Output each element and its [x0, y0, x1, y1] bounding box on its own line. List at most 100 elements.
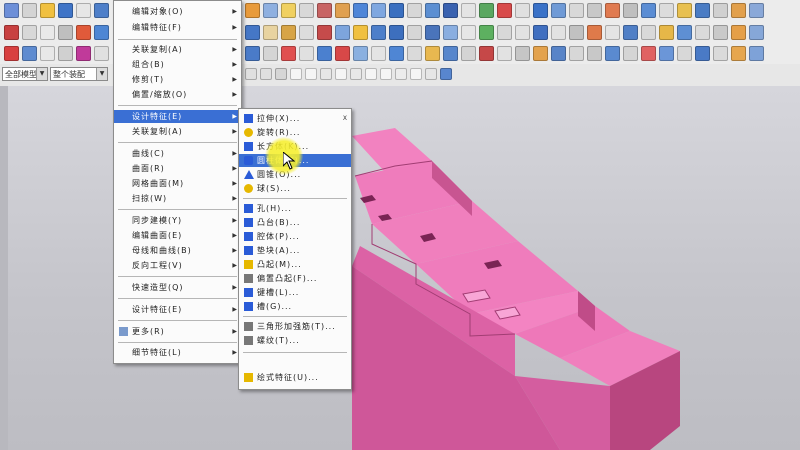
resource-bar[interactable] — [0, 86, 8, 450]
measure-icon[interactable] — [497, 3, 512, 18]
arc-icon[interactable] — [40, 25, 55, 40]
snap-control-icon[interactable] — [275, 68, 287, 80]
submenu-item-slot[interactable]: 键槽(L)... — [239, 286, 351, 299]
menu-item[interactable]: 编辑对象(O) ▶ — [114, 5, 241, 18]
unite-icon[interactable] — [425, 25, 440, 40]
rib-icon[interactable] — [713, 25, 728, 40]
snap-existing-point-icon[interactable] — [365, 68, 377, 80]
thicken-icon[interactable] — [587, 25, 602, 40]
snap-tangent-icon[interactable] — [350, 68, 362, 80]
replace-face-icon[interactable] — [551, 25, 566, 40]
info-icon[interactable] — [749, 3, 764, 18]
rotate-icon[interactable] — [389, 3, 404, 18]
hyperbola-icon[interactable] — [605, 46, 620, 61]
menu-item[interactable]: 快速造型(Q) ▶ — [114, 281, 241, 294]
body-icon[interactable] — [677, 3, 692, 18]
spline-icon[interactable] — [76, 25, 91, 40]
pattern-icon[interactable] — [389, 25, 404, 40]
emboss-icon[interactable] — [641, 25, 656, 40]
submenu-item-rib[interactable]: 三角形加强筋(T)... — [239, 320, 351, 333]
rectangle-icon[interactable] — [58, 25, 73, 40]
select-icon[interactable] — [40, 46, 55, 61]
transform-icon[interactable] — [94, 46, 109, 61]
snap-center-icon[interactable] — [305, 68, 317, 80]
ellipse-icon[interactable] — [569, 46, 584, 61]
snap-endpoint-icon[interactable] — [245, 68, 257, 80]
swept-icon[interactable] — [677, 46, 692, 61]
draft-icon[interactable] — [371, 25, 386, 40]
cut-icon[interactable] — [76, 3, 91, 18]
line-icon[interactable] — [22, 25, 37, 40]
chamfer-icon[interactable] — [94, 25, 109, 40]
hole-icon[interactable] — [281, 25, 296, 40]
render-icon[interactable] — [425, 3, 440, 18]
submenu-item-sphere[interactable]: 球(S)... — [239, 182, 351, 195]
menu-item-design-feature[interactable]: 设计特征(E) ▶ — [114, 110, 241, 123]
move-face-icon[interactable] — [533, 25, 548, 40]
submenu-item-thread[interactable]: 螺纹(T)... — [239, 334, 351, 347]
menu-item[interactable]: 网格曲面(M) ▶ — [114, 177, 241, 190]
subtract-icon[interactable] — [443, 25, 458, 40]
view-icon[interactable] — [263, 3, 278, 18]
snap-intersection-icon[interactable] — [290, 68, 302, 80]
menu-item[interactable]: 关联复制(A) ▶ — [114, 125, 241, 138]
orient-icon[interactable] — [569, 3, 584, 18]
submenu-item-pocket[interactable]: 腔体(P)... — [239, 230, 351, 243]
edge-blend-icon[interactable] — [317, 25, 332, 40]
refresh-icon[interactable] — [605, 3, 620, 18]
law-curve-icon[interactable] — [623, 46, 638, 61]
open-icon[interactable] — [22, 3, 37, 18]
expression-icon[interactable] — [731, 3, 746, 18]
wireframe-icon[interactable] — [623, 3, 638, 18]
snap-body-icon[interactable] — [440, 68, 452, 80]
sketch-arc-icon[interactable] — [263, 46, 278, 61]
menu-item[interactable]: 曲线(C) ▶ — [114, 147, 241, 160]
show-icon[interactable] — [479, 3, 494, 18]
sew-icon[interactable] — [605, 25, 620, 40]
submenu-item-offset-emboss[interactable]: 偏置凸起(F)... — [239, 272, 351, 285]
sketch-trim-icon[interactable] — [335, 46, 350, 61]
trim-icon[interactable] — [317, 3, 332, 18]
menu-item[interactable]: 编辑曲面(E) ▶ — [114, 229, 241, 242]
menu-item[interactable]: 细节特征(L) ▶ — [114, 346, 241, 359]
save-icon[interactable] — [40, 3, 55, 18]
helix-icon[interactable] — [515, 46, 530, 61]
thread-icon[interactable] — [659, 25, 674, 40]
revolve-icon[interactable] — [263, 25, 278, 40]
shell-icon[interactable] — [353, 25, 368, 40]
menu-item[interactable]: 同步建模(Y) ▶ — [114, 214, 241, 227]
project-curve-icon[interactable] — [425, 46, 440, 61]
constraint-icon[interactable] — [389, 46, 404, 61]
intersect-icon[interactable] — [461, 25, 476, 40]
submenu-item-revolve[interactable]: 旋转(R)... — [239, 126, 351, 139]
groove-icon[interactable] — [677, 25, 692, 40]
menu-item[interactable]: 修剪(T) ▶ — [114, 73, 241, 86]
submenu-item-extrude[interactable]: 拉伸(X)... X — [239, 112, 351, 125]
fit-icon[interactable] — [407, 3, 422, 18]
bridge-curve-icon[interactable] — [461, 46, 476, 61]
menu-item[interactable]: 设计特征(E) ▶ — [114, 303, 241, 316]
sketch-line-icon[interactable] — [245, 46, 260, 61]
divide-curve-icon[interactable] — [497, 46, 512, 61]
n-sided-icon[interactable] — [713, 46, 728, 61]
menu-item[interactable]: 扫掠(W) ▶ — [114, 192, 241, 205]
edge-icon[interactable] — [641, 3, 656, 18]
hide-icon[interactable] — [461, 3, 476, 18]
sketch-fillet-icon[interactable] — [317, 46, 332, 61]
surface-icon[interactable] — [641, 46, 656, 61]
point-icon[interactable] — [4, 25, 19, 40]
menu-item[interactable]: 反向工程(V) ▶ — [114, 259, 241, 272]
polygon-icon[interactable] — [551, 46, 566, 61]
snap-quadrant-icon[interactable] — [320, 68, 332, 80]
submenu-item-draw-feature[interactable]: 绘式特征(U)... — [239, 371, 351, 384]
new-icon[interactable] — [4, 3, 19, 18]
extrude-icon[interactable] — [245, 25, 260, 40]
redo-icon[interactable] — [22, 46, 37, 61]
dimension-icon[interactable] — [371, 46, 386, 61]
wcs-icon[interactable] — [587, 3, 602, 18]
undo-icon[interactable] — [4, 46, 19, 61]
snap-face-icon[interactable] — [425, 68, 437, 80]
color-icon[interactable] — [76, 46, 91, 61]
clip-icon[interactable] — [551, 3, 566, 18]
print-icon[interactable] — [58, 3, 73, 18]
